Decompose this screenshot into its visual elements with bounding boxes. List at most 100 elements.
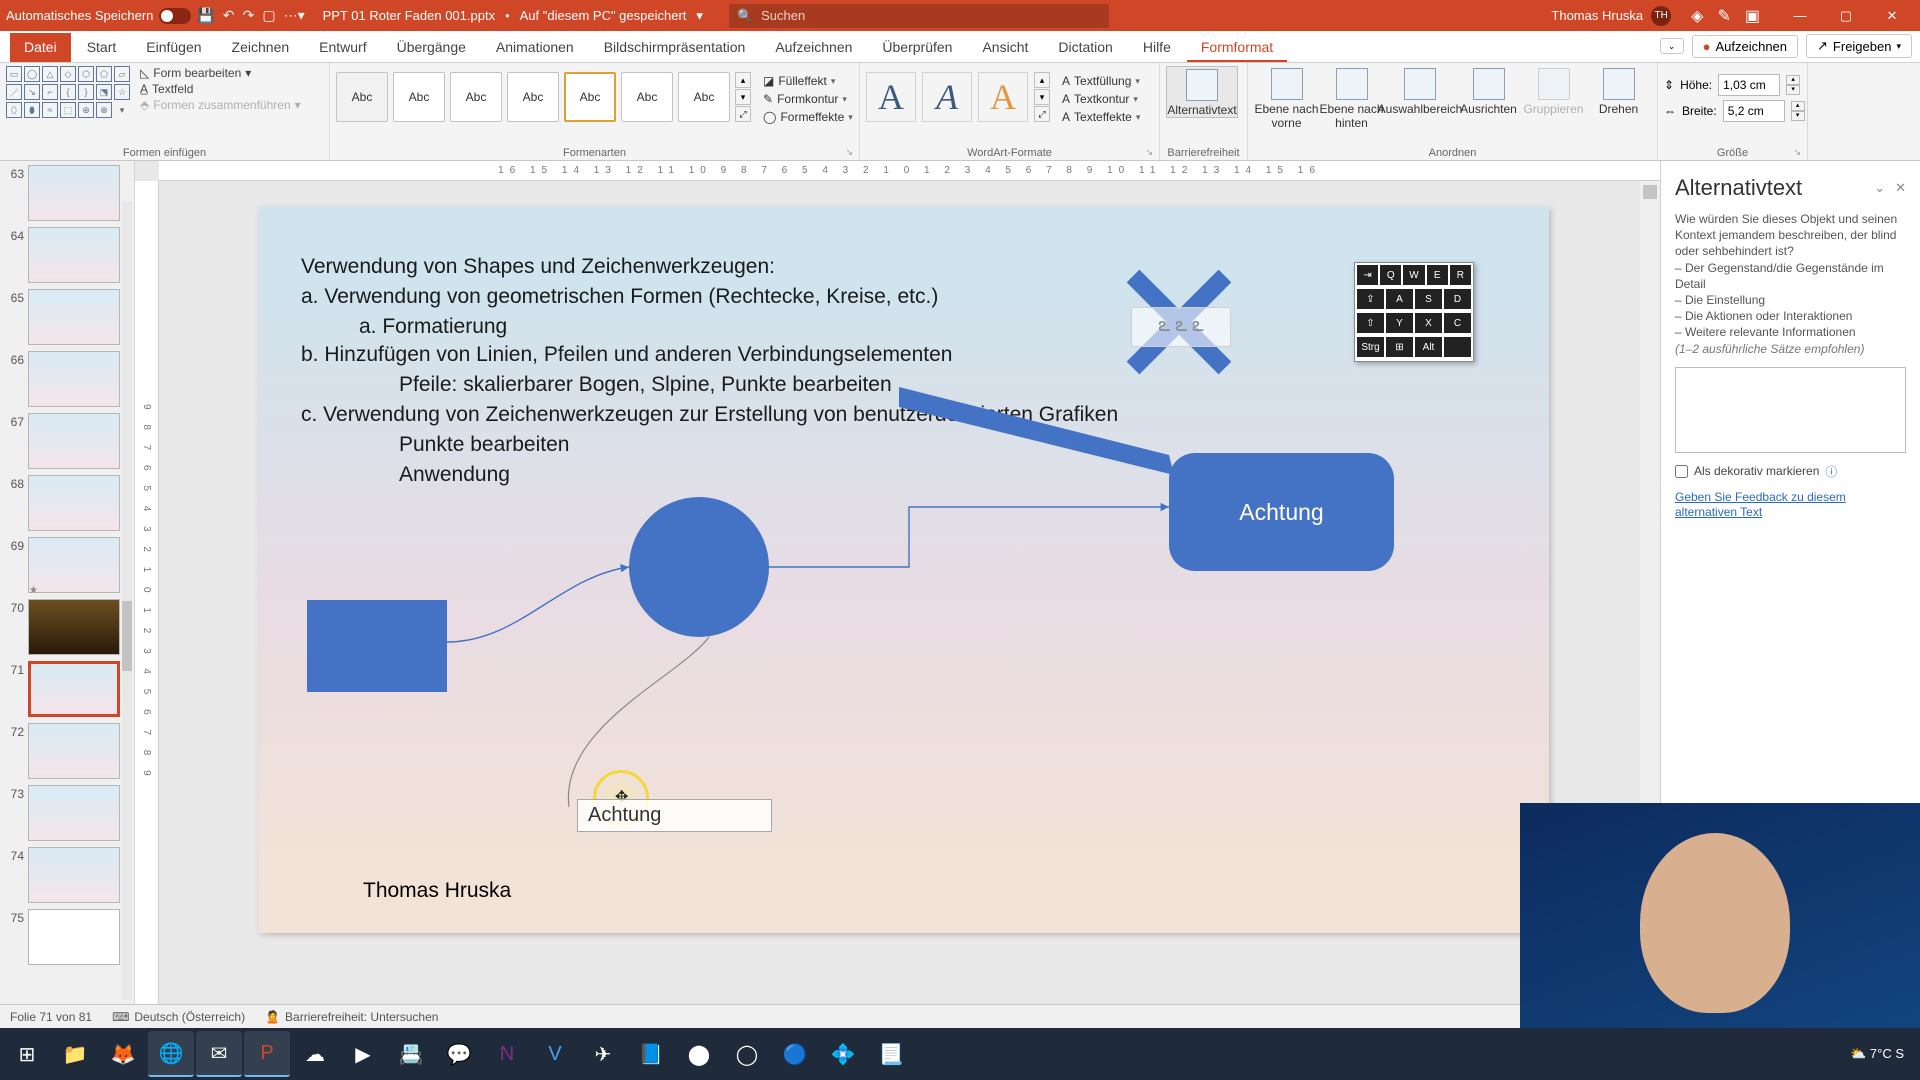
width-field[interactable]: ⇔ Breite:▴▾ (1664, 98, 1805, 124)
fill-dropdown[interactable]: ◪ Fülleffekt (763, 72, 853, 90)
pen-icon[interactable]: ✎ (1717, 6, 1730, 26)
window-icon[interactable]: ▣ (1745, 6, 1760, 26)
tb-app5[interactable]: ◯ (724, 1031, 770, 1077)
collapse-ribbon-button[interactable]: ⌄ (1660, 38, 1684, 54)
slide-thumbnails-panel[interactable]: 63 64 65 66 67 68 69★ 70 71 72 73 74 75 (0, 161, 135, 1004)
achtung-box[interactable]: Achtung (1169, 453, 1394, 571)
tb-onenote[interactable]: N (484, 1031, 530, 1077)
tb-firefox[interactable]: 🦊 (100, 1031, 146, 1077)
tab-start[interactable]: Start (73, 33, 131, 62)
slide-editor[interactable]: 16 15 14 13 12 11 10 9 8 7 6 5 4 3 2 1 0… (135, 161, 1660, 1004)
user-account[interactable]: Thomas Hruska TH (1551, 6, 1671, 26)
textfill-dropdown[interactable]: A Textfüllung (1062, 72, 1140, 90)
minimize-button[interactable]: — (1778, 0, 1822, 31)
thumb-73[interactable] (28, 785, 120, 841)
selection-pane-button[interactable]: Auswahlbereich (1384, 66, 1456, 116)
thumb-74[interactable] (28, 847, 120, 903)
tab-bildschirm[interactable]: Bildschirmpräsentation (590, 33, 760, 62)
decorative-checkbox[interactable]: Als dekorativ markieren ⓘ (1675, 463, 1906, 480)
textfield-button[interactable]: A̲ Textfeld (140, 82, 301, 96)
tb-chrome[interactable]: 🌐 (148, 1031, 194, 1077)
tab-hilfe[interactable]: Hilfe (1129, 33, 1185, 62)
styles-down-icon[interactable]: ▾ (735, 89, 751, 105)
redo-icon[interactable]: ↷ (243, 7, 255, 24)
tb-app6[interactable]: 🔵 (772, 1031, 818, 1077)
tab-animationen[interactable]: Animationen (482, 33, 588, 62)
chevron-down-icon[interactable]: ▾ (696, 8, 703, 24)
save-icon[interactable]: 💾 (197, 7, 214, 24)
shape-styles-gallery[interactable]: Abc Abc Abc Abc Abc Abc Abc ▴▾⤢ (336, 66, 751, 122)
wordart-gallery[interactable]: A A A ▴▾⤢ (866, 66, 1050, 122)
autosave-toggle[interactable]: Automatisches Speichern (6, 8, 191, 24)
thumb-72[interactable] (28, 723, 120, 779)
align-button[interactable]: Ausrichten (1456, 66, 1521, 116)
tb-app7[interactable]: 💠 (820, 1031, 866, 1077)
thumb-67[interactable] (28, 413, 120, 469)
author-name[interactable]: Thomas Hruska (363, 879, 511, 903)
maximize-button[interactable]: ▢ (1824, 0, 1868, 31)
tab-datei[interactable]: Datei (10, 33, 71, 62)
record-button[interactable]: ●Aufzeichnen (1692, 35, 1798, 58)
rotate-button[interactable]: Drehen (1586, 66, 1651, 116)
tb-obs[interactable]: ⬤ (676, 1031, 722, 1077)
status-accessibility[interactable]: 🙎 Barrierefreiheit: Untersuchen (265, 1010, 438, 1024)
alttext-feedback-link[interactable]: Geben Sie Feedback zu diesem alternative… (1675, 490, 1906, 521)
undo-icon[interactable]: ↶ (223, 7, 235, 24)
alttext-close-icon[interactable]: ✕ (1895, 180, 1906, 196)
tb-vs[interactable]: V (532, 1031, 578, 1077)
scribble-box[interactable]: ఽ ఽ ఽ (1131, 307, 1231, 347)
alttext-input[interactable] (1675, 367, 1906, 453)
tb-app2[interactable]: 📇 (388, 1031, 434, 1077)
close-button[interactable]: ✕ (1870, 0, 1914, 31)
thumb-66[interactable] (28, 351, 120, 407)
thumb-65[interactable] (28, 289, 120, 345)
diamond-icon[interactable]: ◈ (1691, 6, 1703, 26)
tab-uebergaenge[interactable]: Übergänge (383, 33, 480, 62)
tb-explorer[interactable]: 📁 (52, 1031, 98, 1077)
textoutline-dropdown[interactable]: A Textkontur (1062, 90, 1140, 108)
tb-app3[interactable]: 💬 (436, 1031, 482, 1077)
thumb-64[interactable] (28, 227, 120, 283)
status-slide-pos[interactable]: Folie 71 von 81 (10, 1010, 92, 1024)
send-backward-button[interactable]: Ebene nach hinten (1319, 66, 1384, 130)
tb-app4[interactable]: 📘 (628, 1031, 674, 1077)
tab-aufzeichnen[interactable]: Aufzeichnen (761, 33, 866, 62)
alttext-button[interactable]: Alternativtext (1166, 66, 1238, 118)
slideshow-icon[interactable]: ▢ (262, 7, 275, 24)
weather-widget[interactable]: ⛅ 7°C S (1850, 1046, 1904, 1062)
height-field[interactable]: ⇕ Höhe:▴▾ (1664, 72, 1805, 98)
blue-circle[interactable] (629, 497, 769, 637)
edit-shape-button[interactable]: ◺ Form bearbeiten ▾ (140, 66, 301, 80)
tab-einfuegen[interactable]: Einfügen (132, 33, 215, 62)
thumbs-scrollbar[interactable] (122, 201, 132, 1000)
alttext-collapse-icon[interactable]: ⌄ (1874, 180, 1885, 196)
thumb-69[interactable]: ★ (28, 537, 120, 593)
tab-ueberpruefen[interactable]: Überprüfen (868, 33, 966, 62)
status-lang[interactable]: ⌨ Deutsch (Österreich) (112, 1010, 245, 1024)
thumb-63[interactable] (28, 165, 120, 221)
shape-gallery[interactable]: ▭◯△◇⬡⬠▱ ／↘⌐{}⬔☆ ⬯⬮≈⬚⊕⊗▾ (6, 66, 130, 118)
styles-up-icon[interactable]: ▴ (735, 72, 751, 88)
tab-ansicht[interactable]: Ansicht (968, 33, 1042, 62)
more-icon[interactable]: ⋯▾ (284, 7, 305, 24)
tb-powerpoint[interactable]: P (244, 1031, 290, 1077)
slide-canvas[interactable]: Verwendung von Shapes und Zeichenwerkzeu… (259, 207, 1549, 933)
tab-formformat[interactable]: Formformat (1187, 33, 1287, 62)
tb-app8[interactable]: 📃 (868, 1031, 914, 1077)
start-button[interactable]: ⊞ (4, 1031, 50, 1077)
thumb-68[interactable] (28, 475, 120, 531)
quick-access-toolbar[interactable]: 💾 ↶ ↷ ▢ ⋯▾ (197, 7, 304, 24)
tb-telegram[interactable]: ✈ (580, 1031, 626, 1077)
keyboard-image[interactable]: ⇥QWER ⇪ASD ⇧YXC Strg⊞Alt (1354, 262, 1474, 362)
tb-outlook[interactable]: ✉ (196, 1031, 242, 1077)
selected-textbox[interactable]: Achtung (577, 799, 772, 832)
effects-dropdown[interactable]: ◯ Formeffekte (763, 108, 853, 126)
blue-rectangle[interactable] (307, 600, 447, 692)
tb-vlc[interactable]: ▶ (340, 1031, 386, 1077)
share-button[interactable]: ↗Freigeben▾ (1806, 34, 1912, 58)
slide-title[interactable]: Verwendung von Shapes und Zeichenwerkzeu… (301, 255, 775, 279)
windows-taskbar[interactable]: ⊞ 📁 🦊 🌐 ✉ P ☁ ▶ 📇 💬 N V ✈ 📘 ⬤ ◯ 🔵 💠 📃 ⛅ … (0, 1028, 1920, 1080)
tab-zeichnen[interactable]: Zeichnen (218, 33, 304, 62)
styles-more-icon[interactable]: ⤢ (735, 106, 751, 122)
texteffects-dropdown[interactable]: A Texteffekte (1062, 108, 1140, 126)
